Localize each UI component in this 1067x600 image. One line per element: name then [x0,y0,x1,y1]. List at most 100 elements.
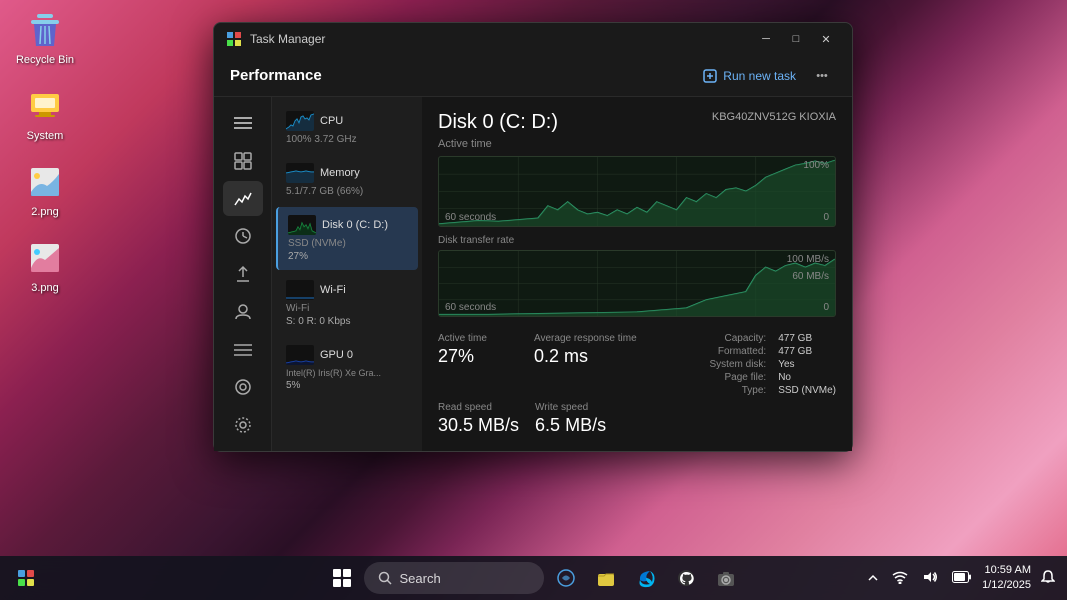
device-item-memory[interactable]: Memory 5.1/7.7 GB (66%) [276,155,418,205]
capacity-val: 477 GB [778,333,836,344]
3png-label: 3.png [31,282,59,294]
read-speed-value: 30.5 MB/s [438,415,519,437]
taskbar-time: 10:59 AM [985,563,1031,578]
sidebar-app-history[interactable] [223,218,263,254]
battery-icon [952,571,972,583]
3png-icon[interactable]: 3.png [10,238,80,294]
transfer-rate-chart: 100 MB/s 60 MB/s 60 seconds 0 [438,250,836,317]
sidebar-users[interactable] [223,294,263,330]
memory-sub: 5.1/7.7 GB (66%) [286,186,408,197]
tm-sidebar [214,97,272,451]
start-button[interactable] [324,560,360,596]
details-icon [234,343,252,357]
recycle-bin-icon[interactable]: Recycle Bin [10,10,80,66]
memory-name: Memory [320,167,360,179]
wifi-value: S: 0 R: 0 Kbps [286,316,408,327]
menu-bar: Performance Run new task ••• [214,55,852,97]
tm-body: CPU 100% 3.72 GHz Memory [214,97,852,451]
search-label: Search [400,571,441,586]
detail-model: KBG40ZNV512G KIOXIA [712,111,836,123]
detail-panel: Disk 0 (C: D:) KBG40ZNV512G KIOXIA Activ… [422,97,852,451]
device-item-cpu[interactable]: CPU 100% 3.72 GHz [276,103,418,153]
wifi-mini-chart [286,280,314,300]
search-bar[interactable]: Search [364,562,544,594]
active-time-60s-label: 60 seconds [445,212,496,223]
page-file-key: Page file: [710,372,767,383]
close-button[interactable]: ✕ [812,29,840,49]
system-disk-key: System disk: [710,359,767,370]
taskbar-right: 10:59 AM 1/12/2025 [864,563,1059,594]
transfer-zero-label: 0 [823,302,829,313]
gpu0-sub: Intel(R) Iris(R) Xe Gra... [286,368,408,378]
tray-chevron[interactable] [864,566,882,590]
device-item-gpu0[interactable]: GPU 0 Intel(R) Iris(R) Xe Gra... 5% [276,337,418,399]
more-options-button[interactable]: ••• [808,66,836,86]
write-speed-label: Write speed [535,402,615,413]
system-icon[interactable]: System [10,86,80,142]
cpu-mini-chart [286,111,314,131]
run-icon [703,69,717,83]
taskbar-taskmanager-btn[interactable] [8,560,44,596]
task-manager-window: Task Manager ─ □ ✕ Performance Run new t… [213,22,853,452]
title-bar-controls: ─ □ ✕ [752,29,840,49]
disk0-header: Disk 0 (C: D:) [288,215,408,235]
disk0-name: Disk 0 (C: D:) [322,219,388,231]
taskbar-github[interactable] [668,560,704,596]
avg-response-stat: Average response time 0.2 ms [534,333,637,396]
sidebar-services[interactable] [223,369,263,405]
cpu-header: CPU [286,111,408,131]
taskbar-perf-icon [17,569,35,587]
taskbar-date: 1/12/2025 [982,578,1031,593]
taskbar-left [8,560,44,596]
system-label: System [27,130,64,142]
taskbar-files[interactable] [588,560,624,596]
run-new-task-button[interactable]: Run new task [703,69,796,83]
avg-response-label: Average response time [534,333,637,344]
win-logo-bl [333,579,341,587]
read-speed-stat: Read speed 30.5 MB/s [438,402,519,437]
avg-response-value: 0.2 ms [534,346,637,368]
wifi-header: Wi-Fi [286,280,408,300]
2png-icon[interactable]: 2.png [10,162,80,218]
disk0-mini-chart [288,215,316,235]
sidebar-startup[interactable] [223,256,263,292]
services-icon [234,378,252,396]
device-item-wifi[interactable]: Wi-Fi Wi-Fi S: 0 R: 0 Kbps [276,272,418,335]
taskmanager-app-icon [226,31,242,47]
rate-100-label: 100 MB/s [787,254,829,265]
disk0-value: 27% [288,251,408,262]
maximize-button[interactable]: □ [782,29,810,49]
tray-volume[interactable] [918,566,942,591]
run-new-task-label: Run new task [723,69,796,83]
tray-wifi[interactable] [888,566,912,591]
notification-icon[interactable] [1037,566,1059,591]
menu-bar-title: Performance [230,67,322,84]
title-bar-left: Task Manager [226,31,325,47]
processes-icon [234,152,252,170]
detail-header: Disk 0 (C: D:) KBG40ZNV512G KIOXIA [438,111,836,134]
sidebar-details[interactable] [223,332,263,368]
active-time-stat: Active time 27% [438,333,518,396]
sidebar-performance[interactable] [223,181,263,217]
device-item-disk0[interactable]: Disk 0 (C: D:) SSD (NVMe) 27% [276,207,418,270]
taskbar-edge[interactable] [628,560,664,596]
active-time-stat-label: Active time [438,333,518,344]
minimize-button[interactable]: ─ [752,29,780,49]
info-grid: Capacity: 477 GB Formatted: 477 GB Syste… [710,333,836,396]
title-bar-title: Task Manager [250,32,325,46]
active-time-chart: 100% 60 seconds 0 [438,156,836,227]
sidebar-hamburger[interactable] [223,105,263,141]
gpu0-mini-chart [286,345,314,365]
detail-title-section: Disk 0 (C: D:) [438,111,558,134]
taskbar-time-date[interactable]: 10:59 AM 1/12/2025 [982,563,1031,594]
detail-title: Disk 0 (C: D:) [438,111,558,134]
sidebar-processes[interactable] [223,143,263,179]
sidebar-settings[interactable] [223,407,263,443]
taskbar-copilot[interactable] [548,560,584,596]
taskbar-camera[interactable] [708,560,744,596]
active-time-100-label: 100% [803,160,829,171]
wifi-tray-icon [892,570,908,584]
memory-header: Memory [286,163,408,183]
taskbar: Search [0,556,1067,600]
tray-battery[interactable] [948,566,976,590]
